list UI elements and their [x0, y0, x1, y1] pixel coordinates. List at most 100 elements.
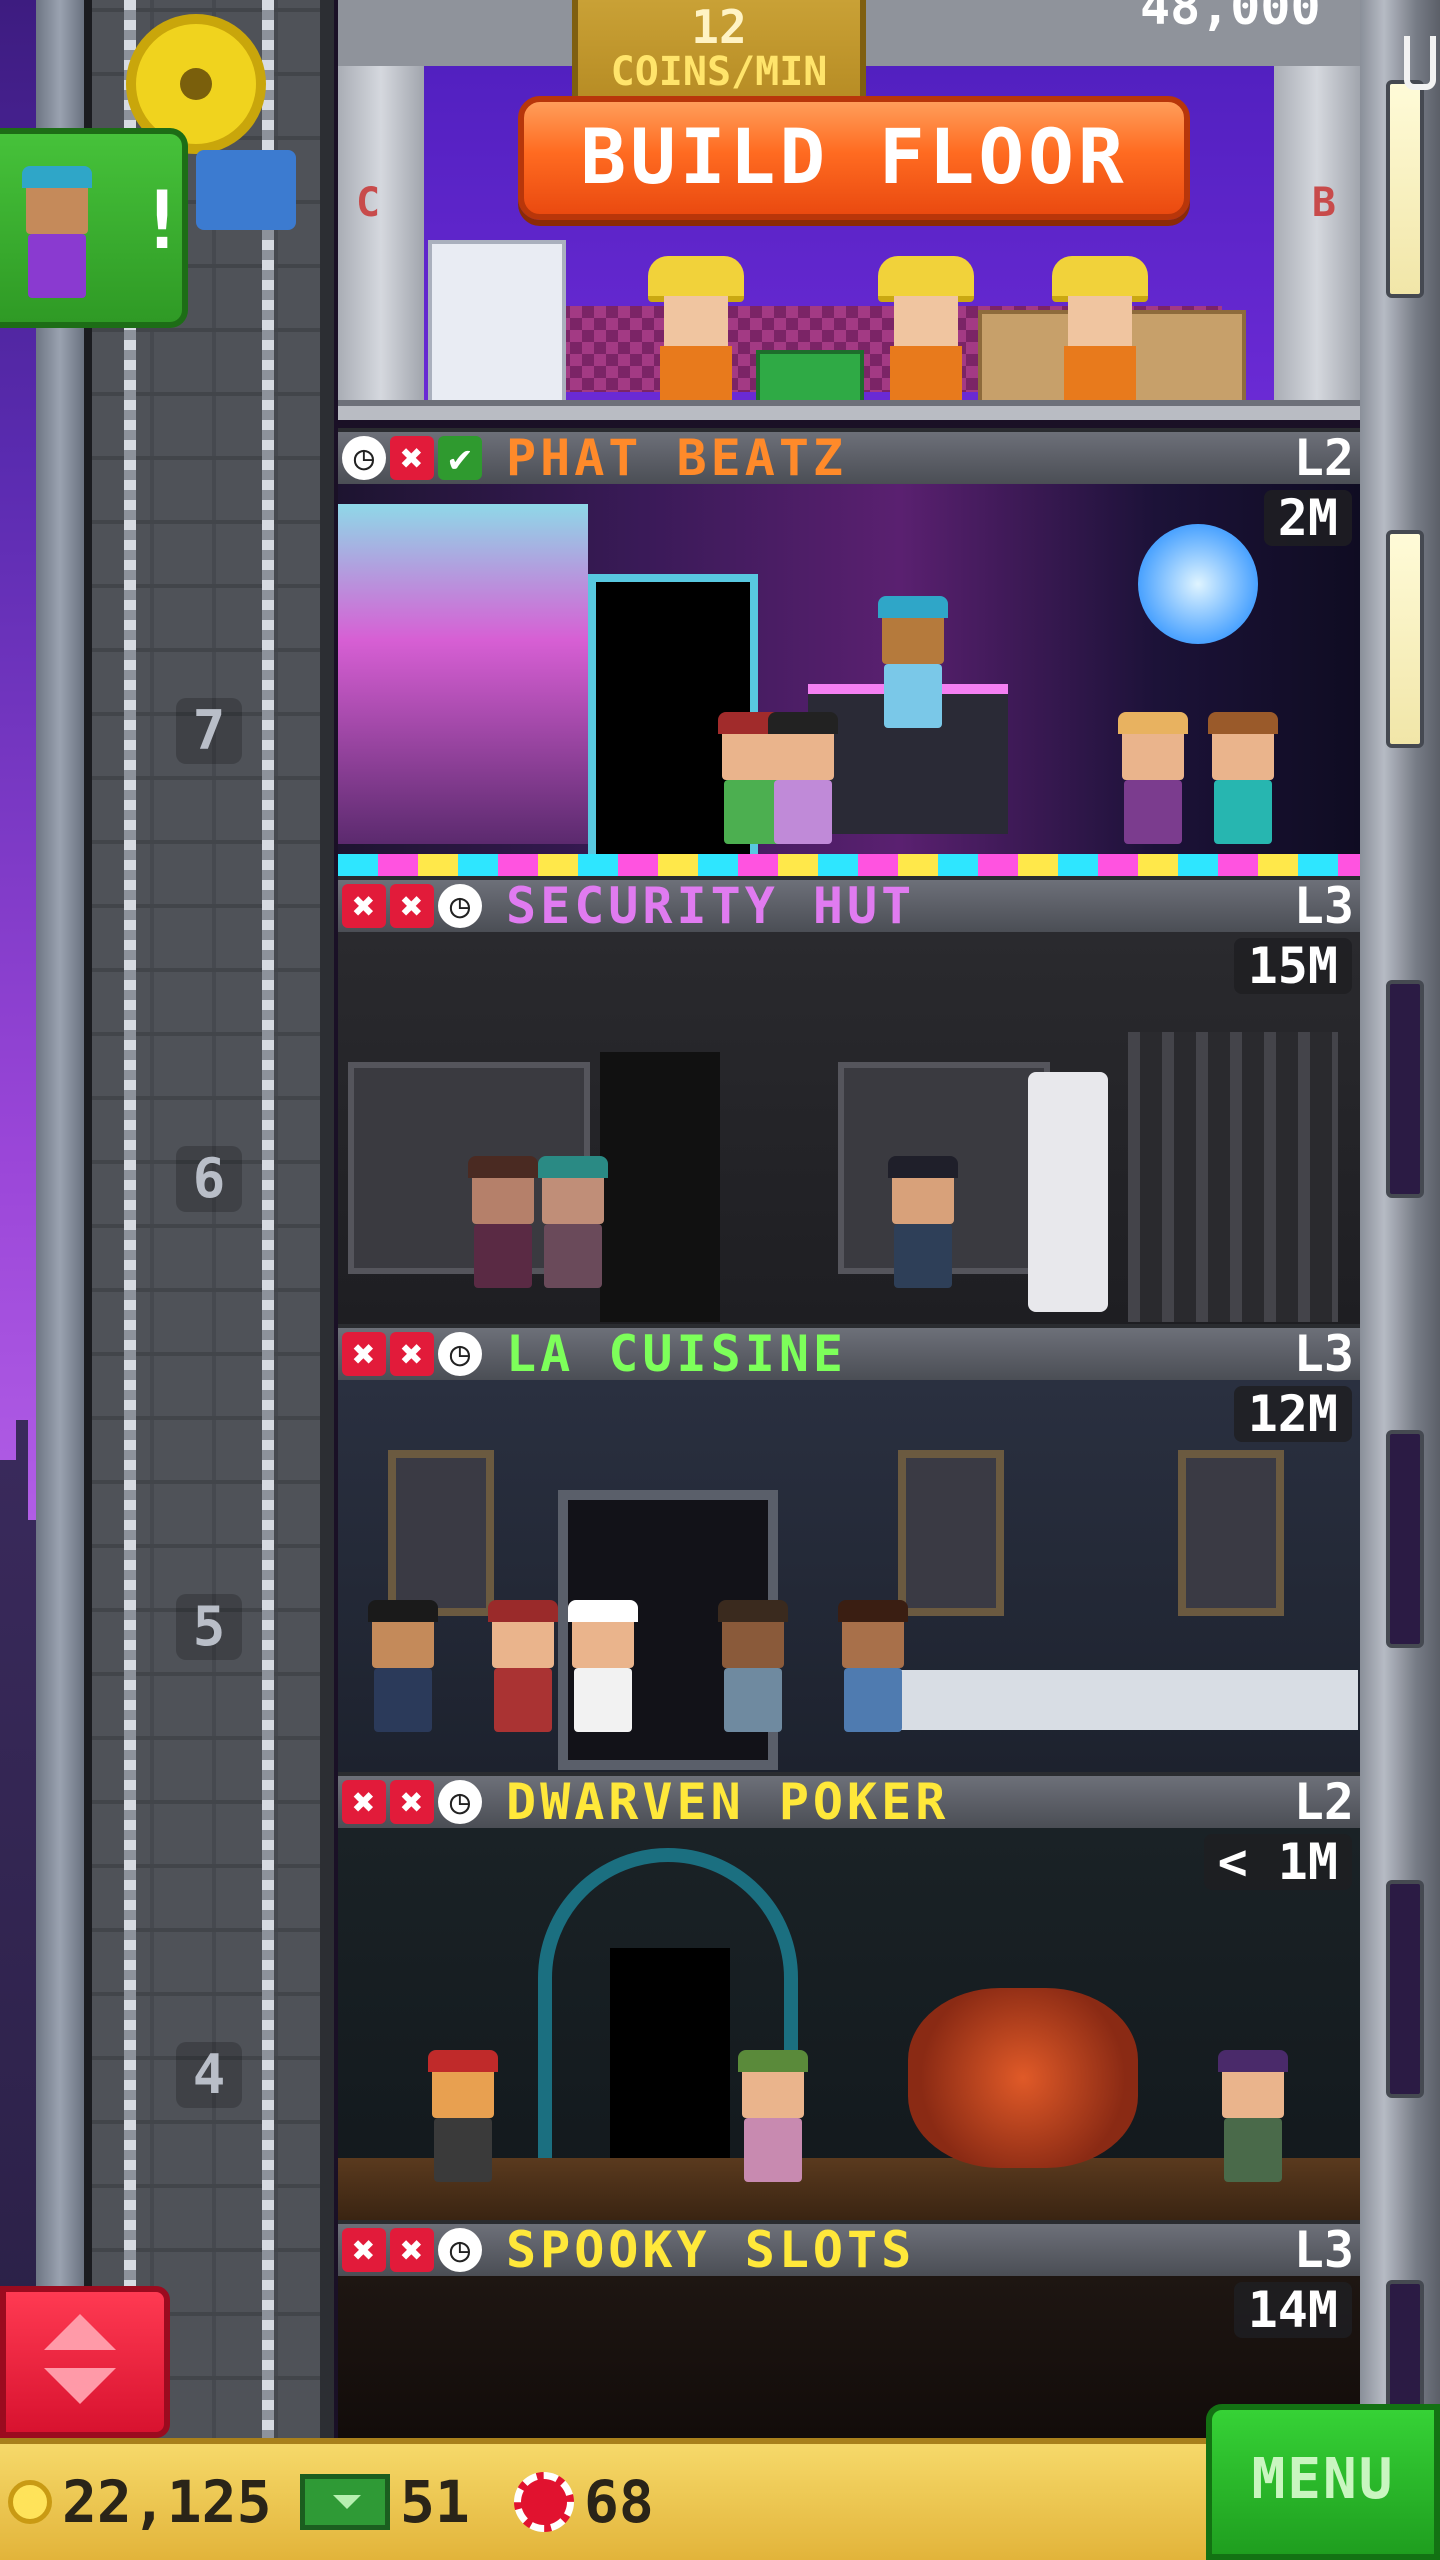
up-down-arrows-icon	[44, 2314, 116, 2410]
bitizen-guard	[888, 1156, 958, 1288]
wall-painting	[388, 1450, 494, 1616]
bitizen	[1218, 2050, 1288, 2182]
clock-icon: ◷	[438, 1332, 482, 1376]
floor-level: L2	[1293, 429, 1354, 487]
clock-icon: ◷	[438, 2228, 482, 2272]
x-icon: ✖	[390, 436, 434, 480]
floor-level: L3	[1293, 1325, 1354, 1383]
clock-icon: ◷	[438, 1780, 482, 1824]
window	[1386, 1880, 1424, 2098]
camera-icon	[196, 150, 296, 230]
floor-name: LA CUISINE	[506, 1325, 848, 1383]
wall-painting	[1178, 1450, 1284, 1616]
elevator-floor-number: 5	[176, 1594, 242, 1660]
elevator-shaft: 7 6 5 4	[84, 0, 334, 2440]
bitizen	[368, 1600, 438, 1732]
floor-header-security-hut[interactable]: ✖ ✖ ◷ SECURITY HUT L3	[338, 876, 1360, 932]
floor-price: 15M	[1233, 938, 1352, 994]
dragon	[908, 1988, 1138, 2168]
bitizen	[468, 1156, 538, 1288]
bitizen-dj	[878, 596, 948, 728]
dance-floor	[338, 854, 1360, 876]
coins-display: 22,125	[8, 2464, 272, 2540]
floor-price: < 1M	[1203, 1834, 1352, 1890]
x-icon: ✖	[342, 1332, 386, 1376]
coins-rate: 12	[691, 0, 747, 54]
window	[1386, 980, 1424, 1198]
clock-icon: ◷	[342, 436, 386, 480]
chips-display: 68	[514, 2464, 654, 2540]
floor-level: L3	[1293, 877, 1354, 935]
crane-hook	[1404, 36, 1436, 90]
bitizen	[838, 1600, 908, 1732]
menu-button[interactable]: MENU	[1206, 2404, 1440, 2560]
alert-icon: !	[138, 174, 187, 267]
floor-room-dwarven-poker[interactable]: < 1M	[338, 1828, 1360, 2220]
bitizen-dwarf	[428, 2050, 498, 2182]
doorway	[600, 1052, 720, 1322]
elevator-button[interactable]	[0, 2286, 170, 2438]
floor-letter-left: C	[356, 180, 381, 226]
clock-icon: ◷	[438, 884, 482, 928]
vip-bitizen-button[interactable]: !	[0, 128, 188, 328]
vip-avatar	[22, 166, 92, 298]
x-icon: ✖	[342, 1780, 386, 1824]
x-icon: ✖	[390, 1332, 434, 1376]
worker	[1052, 256, 1148, 406]
floor-price: 14M	[1233, 2282, 1352, 2338]
crate	[428, 240, 566, 408]
floor-name: SPOOKY SLOTS	[506, 2221, 916, 2279]
floor-header-la-cuisine[interactable]: ✖ ✖ ◷ LA CUISINE L3	[338, 1324, 1360, 1380]
disco-ball	[1138, 524, 1258, 644]
elevator-cable-left	[124, 0, 136, 2440]
floor-header-dwarven-poker[interactable]: ✖ ✖ ◷ DWARVEN POKER L2	[338, 1772, 1360, 1828]
floor-letter-right: B	[1311, 180, 1336, 226]
floor-room-phat-beatz[interactable]: 2M	[338, 484, 1360, 876]
floor-header-spooky-slots[interactable]: ✖ ✖ ◷ SPOOKY SLOTS L3	[338, 2220, 1360, 2276]
bitizen-chef	[568, 1600, 638, 1732]
floor-name: SECURITY HUT	[506, 877, 916, 935]
worker	[878, 256, 974, 406]
window	[1386, 80, 1424, 298]
worker	[648, 256, 744, 406]
bitizen	[718, 1600, 788, 1732]
floor-level: L2	[1293, 1773, 1354, 1831]
wall-painting	[898, 1450, 1004, 1616]
poker-chip-icon	[514, 2472, 574, 2532]
floor-room-la-cuisine[interactable]: 12M	[338, 1380, 1360, 1772]
bitizen	[538, 1156, 608, 1288]
dining-table	[898, 1670, 1358, 1730]
bar-counter	[338, 504, 588, 844]
floor-price: 12M	[1233, 1386, 1352, 1442]
bux-count: 51	[400, 2468, 470, 2536]
x-icon: ✖	[342, 2228, 386, 2272]
bitizen	[488, 1600, 558, 1732]
bitizen	[1208, 712, 1278, 844]
elevator-floor-number: 4	[176, 2042, 242, 2108]
floor-level: L3	[1293, 2221, 1354, 2279]
window	[1386, 530, 1424, 748]
elevator-floor-number: 6	[176, 1146, 242, 1212]
city-skyline	[0, 1420, 40, 2420]
bitizen	[768, 712, 838, 844]
check-icon: ✔	[438, 436, 482, 480]
elevator-floor-number: 7	[176, 698, 242, 764]
window	[1386, 1430, 1424, 1648]
floor-name: DWARVEN POKER	[506, 1773, 950, 1831]
bitizen	[1118, 712, 1188, 844]
bux-display[interactable]: 51	[300, 2464, 470, 2540]
robot	[1028, 1072, 1108, 1312]
coin-icon	[8, 2480, 52, 2524]
x-icon: ✖	[390, 2228, 434, 2272]
floor-header-phat-beatz[interactable]: ◷ ✖ ✔ PHAT BEATZ L2	[338, 428, 1360, 484]
floor-room-security-hut[interactable]: 15M	[338, 932, 1360, 1324]
elevator-cable-right	[262, 0, 274, 2440]
jail-cell	[1128, 1032, 1338, 1322]
bux-icon	[300, 2474, 390, 2530]
coins-count: 22,125	[62, 2468, 272, 2536]
floor-price: 2M	[1263, 490, 1352, 546]
build-floor-button[interactable]: BUILD FLOOR	[518, 96, 1190, 220]
building-right-wall	[1360, 0, 1440, 2498]
x-icon: ✖	[390, 1780, 434, 1824]
chips-count: 68	[584, 2468, 654, 2536]
